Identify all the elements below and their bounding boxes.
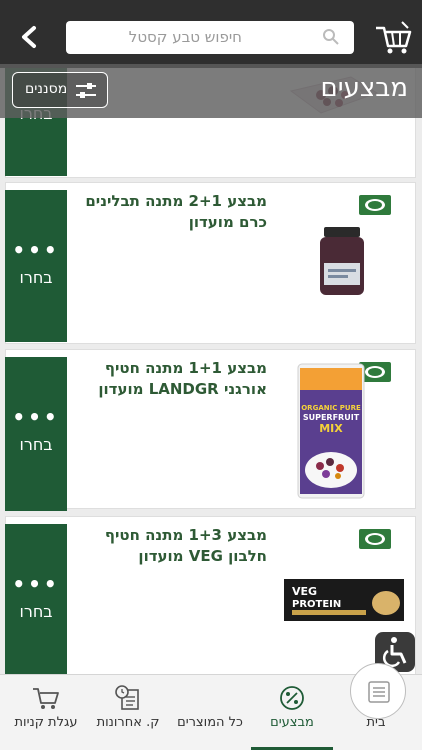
choose-button[interactable]: ••• בחרו (5, 524, 67, 674)
more-dots-icon: ••• (12, 572, 60, 596)
choose-label: בחרו (19, 435, 53, 454)
nav-deals[interactable]: מבצעים (251, 675, 333, 750)
product-name: מבצע 2+1 מתנה תבלינים כרם מועדון (85, 192, 267, 231)
choose-label: בחרו (19, 602, 53, 621)
product-image: ORGANIC PURE SUPERFRUIT MIX (296, 362, 366, 502)
nav-recent-purchases[interactable]: ק. אחרונות (86, 675, 170, 750)
product-name: מבצע 1+1 מתנה חטיף אורגני LANDGR מועדון (98, 359, 267, 398)
search-input[interactable]: חיפוש טבע קסטל (66, 21, 354, 54)
page-title-bar: מבצעים מסננים (0, 64, 422, 118)
product-image (318, 225, 366, 301)
nav-label: מבצעים (270, 715, 314, 730)
package-text: ORGANIC PURE (301, 404, 361, 412)
list-icon (367, 680, 391, 708)
choose-label: בחרו (19, 268, 53, 287)
more-dots-icon: ••• (12, 405, 60, 429)
package-text: MIX (319, 422, 343, 435)
history-icon (114, 685, 142, 715)
choose-button[interactable]: ••• בחרו (5, 357, 67, 511)
page-title: מבצעים (320, 73, 408, 103)
shopping-basket-icon[interactable] (372, 18, 412, 58)
package-text: PROTEIN (292, 599, 341, 610)
top-bar: חיפוש טבע קסטל (0, 0, 422, 68)
package-text: VEG (292, 585, 317, 598)
sliders-icon (75, 81, 97, 105)
all-products-button[interactable] (350, 663, 406, 719)
nav-shopping-cart[interactable]: עגלת קניות (6, 675, 86, 750)
nav-label: עגלת קניות (14, 715, 78, 730)
search-placeholder: חיפוש טבע קסטל (128, 28, 242, 46)
more-dots-icon: ••• (12, 238, 60, 262)
store-logo-icon (359, 529, 391, 549)
back-arrow-icon[interactable] (14, 20, 44, 54)
percent-icon (279, 685, 305, 715)
filters-label: מסננים (25, 81, 68, 97)
store-logo-icon (359, 195, 391, 215)
search-icon (322, 28, 340, 50)
cart-icon (31, 685, 61, 715)
bottom-navigation: בית מבצעים כל המוצרים ק. אחרונות עגלת קנ… (0, 663, 422, 750)
package-text: SUPERFRUIT (303, 413, 360, 422)
nav-label: כל המוצרים (177, 715, 243, 730)
app-screen: בחרו מבצע 2+1 מתנה תבלינים כרם מועדון ••… (0, 0, 422, 750)
product-name: מבצע 1+3 מתנה חטיף חלבון VEG מועדון (104, 526, 267, 565)
nav-all-products[interactable]: כל המוצרים (168, 663, 406, 750)
product-image: VEG PROTEIN (282, 573, 406, 627)
nav-label: ק. אחרונות (96, 715, 160, 730)
filters-button[interactable]: מסננים (12, 72, 108, 108)
choose-button[interactable]: ••• בחרו (5, 190, 67, 342)
